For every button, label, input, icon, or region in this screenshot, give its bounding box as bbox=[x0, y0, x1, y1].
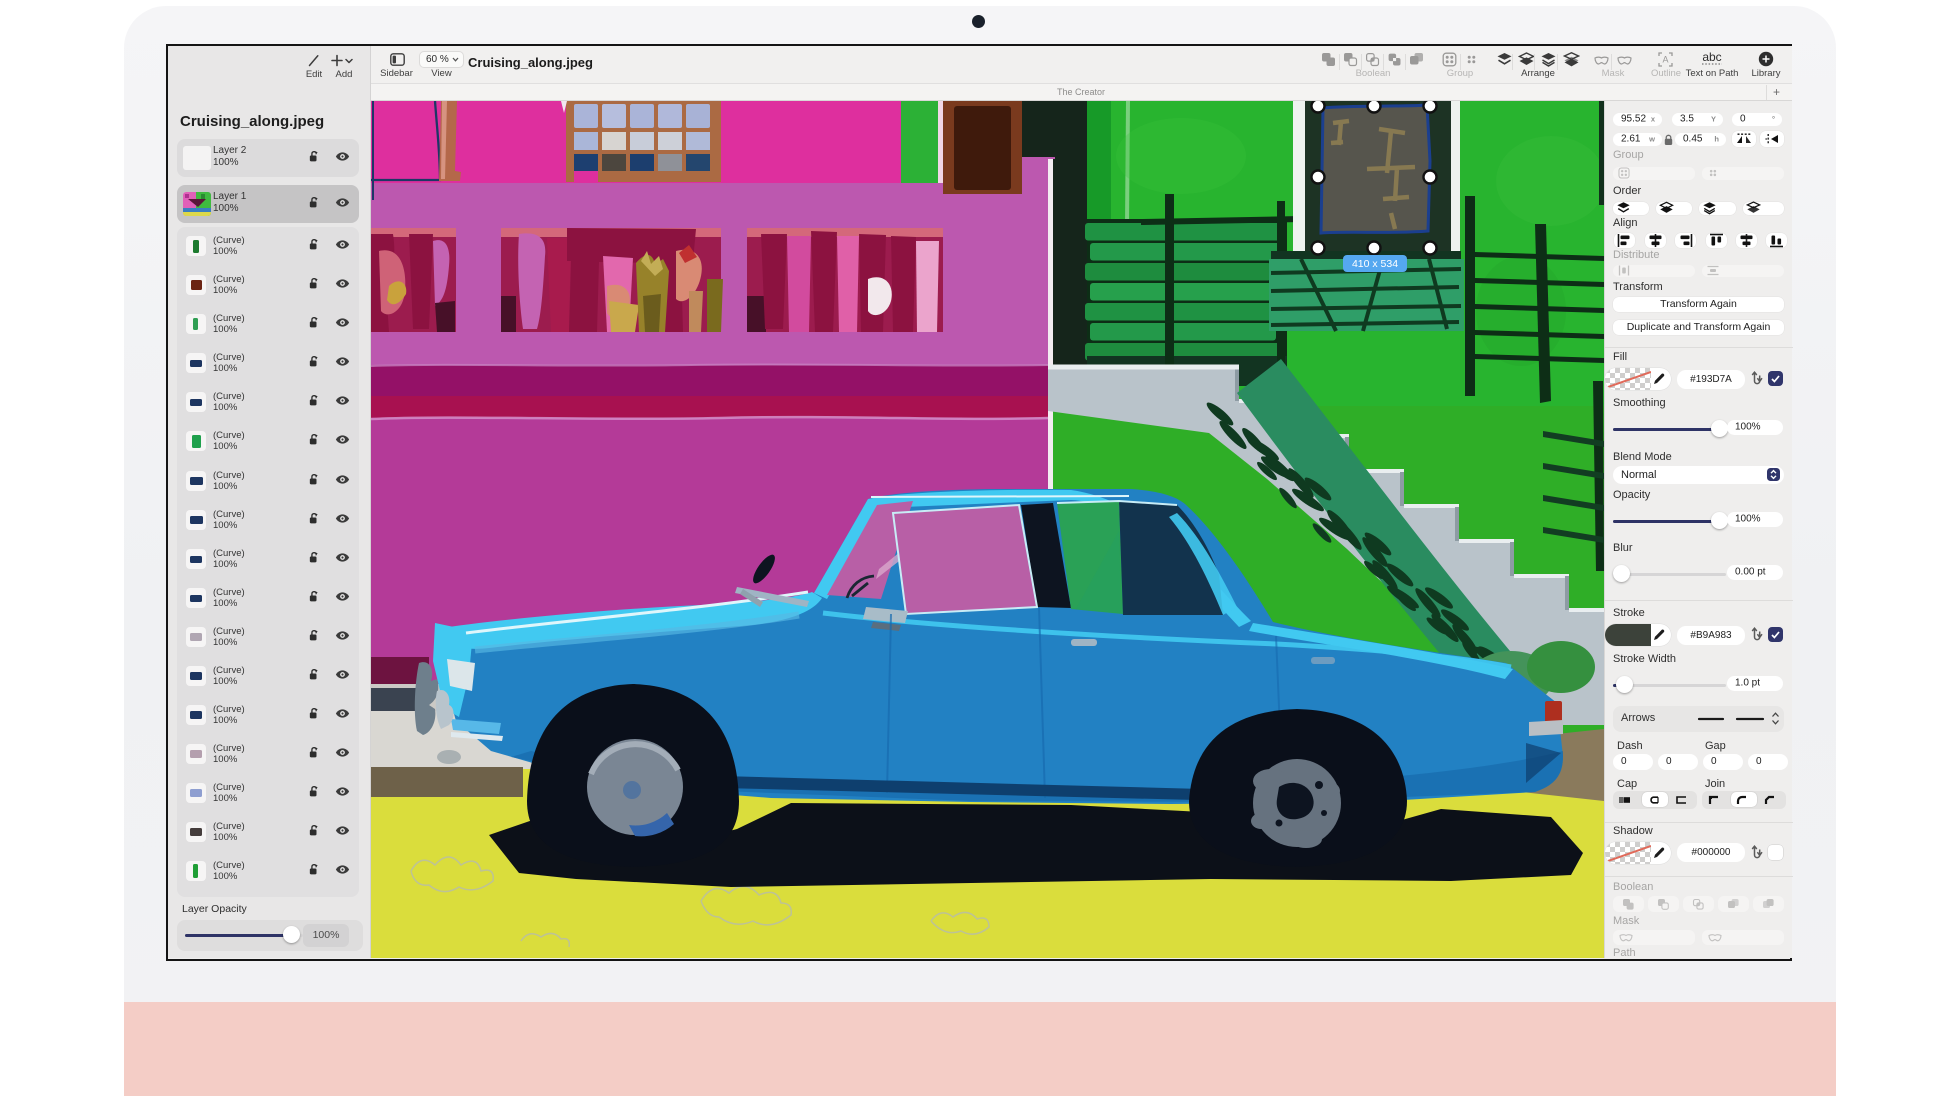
svg-text:410 x 534: 410 x 534 bbox=[1352, 258, 1398, 270]
svg-text:abc: abc bbox=[1702, 51, 1721, 64]
svg-text:A: A bbox=[1662, 55, 1668, 65]
